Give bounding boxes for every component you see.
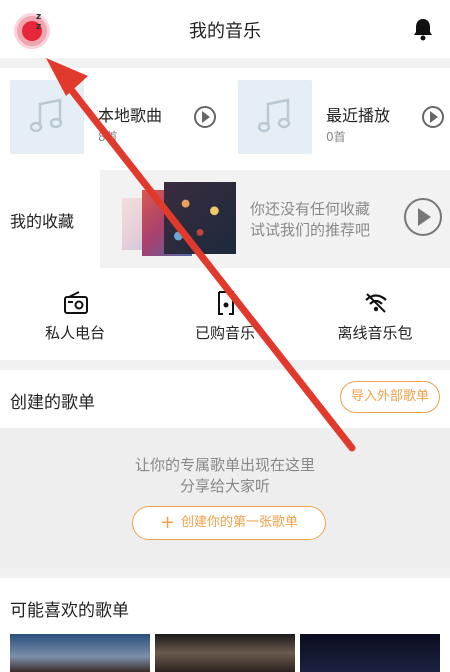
section-title: 创建的歌单 bbox=[10, 393, 95, 413]
quick-label: 已购音乐 bbox=[194, 324, 255, 342]
recommended-list bbox=[0, 634, 450, 672]
create-playlist-button[interactable]: + 创建你的第一张歌单 bbox=[132, 506, 326, 540]
section-title: 可能喜欢的歌单 bbox=[10, 601, 129, 621]
playlist-cover[interactable] bbox=[155, 634, 295, 672]
playlist-cover[interactable] bbox=[300, 634, 440, 672]
card-count: 8首 bbox=[98, 130, 118, 144]
quick-label: 私人电台 bbox=[44, 324, 105, 342]
favorites-label: 我的收藏 bbox=[10, 212, 75, 231]
card-title: 本地歌曲 bbox=[98, 106, 163, 125]
library-cards: 本地歌曲 8首 最近播放 0首 bbox=[0, 68, 450, 160]
empty-playlists-panel: 让你的专属歌单出现在这里 分享给大家听 + 创建你的第一张歌单 bbox=[0, 428, 450, 568]
favorites-hint-text: 试试我们的推荐吧 bbox=[250, 221, 371, 239]
page-title: 我的音乐 bbox=[189, 21, 261, 42]
playlist-cover[interactable] bbox=[10, 634, 150, 672]
bell-icon[interactable] bbox=[412, 17, 434, 41]
music-note-icon bbox=[238, 80, 312, 154]
local-songs-card[interactable]: 本地歌曲 8首 bbox=[0, 80, 225, 156]
divider bbox=[0, 360, 450, 370]
favorites-empty-text: 你还没有任何收藏 bbox=[250, 200, 371, 218]
offline-wifi-icon bbox=[365, 293, 387, 313]
card-title: 最近播放 bbox=[326, 106, 391, 125]
divider bbox=[0, 568, 450, 578]
play-icon[interactable] bbox=[422, 106, 444, 128]
music-note-icon bbox=[10, 80, 84, 154]
divider bbox=[0, 58, 450, 68]
quick-entries: 私人电台 已购音乐 离线音乐包 bbox=[0, 276, 450, 356]
card-count: 0首 bbox=[326, 130, 346, 144]
recommended-header: 可能喜欢的歌单 bbox=[0, 578, 450, 634]
favorites-row[interactable]: 我的收藏 你还没有任何收藏 试试我们的推荐吧 bbox=[0, 168, 450, 272]
offline-package-button[interactable]: 离线音乐包 bbox=[300, 276, 450, 356]
play-icon[interactable] bbox=[404, 198, 442, 236]
radio-icon bbox=[64, 291, 88, 314]
plus-icon: + bbox=[159, 512, 176, 533]
purchased-music-button[interactable]: 已购音乐 bbox=[150, 276, 300, 356]
header: z z 我的音乐 bbox=[0, 0, 450, 58]
quick-label: 离线音乐包 bbox=[337, 324, 413, 342]
created-playlists-header: 创建的歌单 导入外部歌单 bbox=[0, 370, 450, 426]
create-playlist-label: 创建你的第一张歌单 bbox=[181, 515, 299, 530]
purchased-music-icon bbox=[218, 291, 234, 315]
private-radio-button[interactable]: 私人电台 bbox=[0, 276, 150, 356]
import-playlist-button[interactable]: 导入外部歌单 bbox=[340, 381, 440, 413]
empty-hint-text: 分享给大家听 bbox=[179, 477, 270, 495]
play-icon[interactable] bbox=[194, 106, 216, 128]
cover-image bbox=[164, 182, 236, 254]
empty-hint-text: 让你的专属歌单出现在这里 bbox=[134, 456, 315, 474]
recent-played-card[interactable]: 最近播放 0首 bbox=[228, 80, 450, 156]
